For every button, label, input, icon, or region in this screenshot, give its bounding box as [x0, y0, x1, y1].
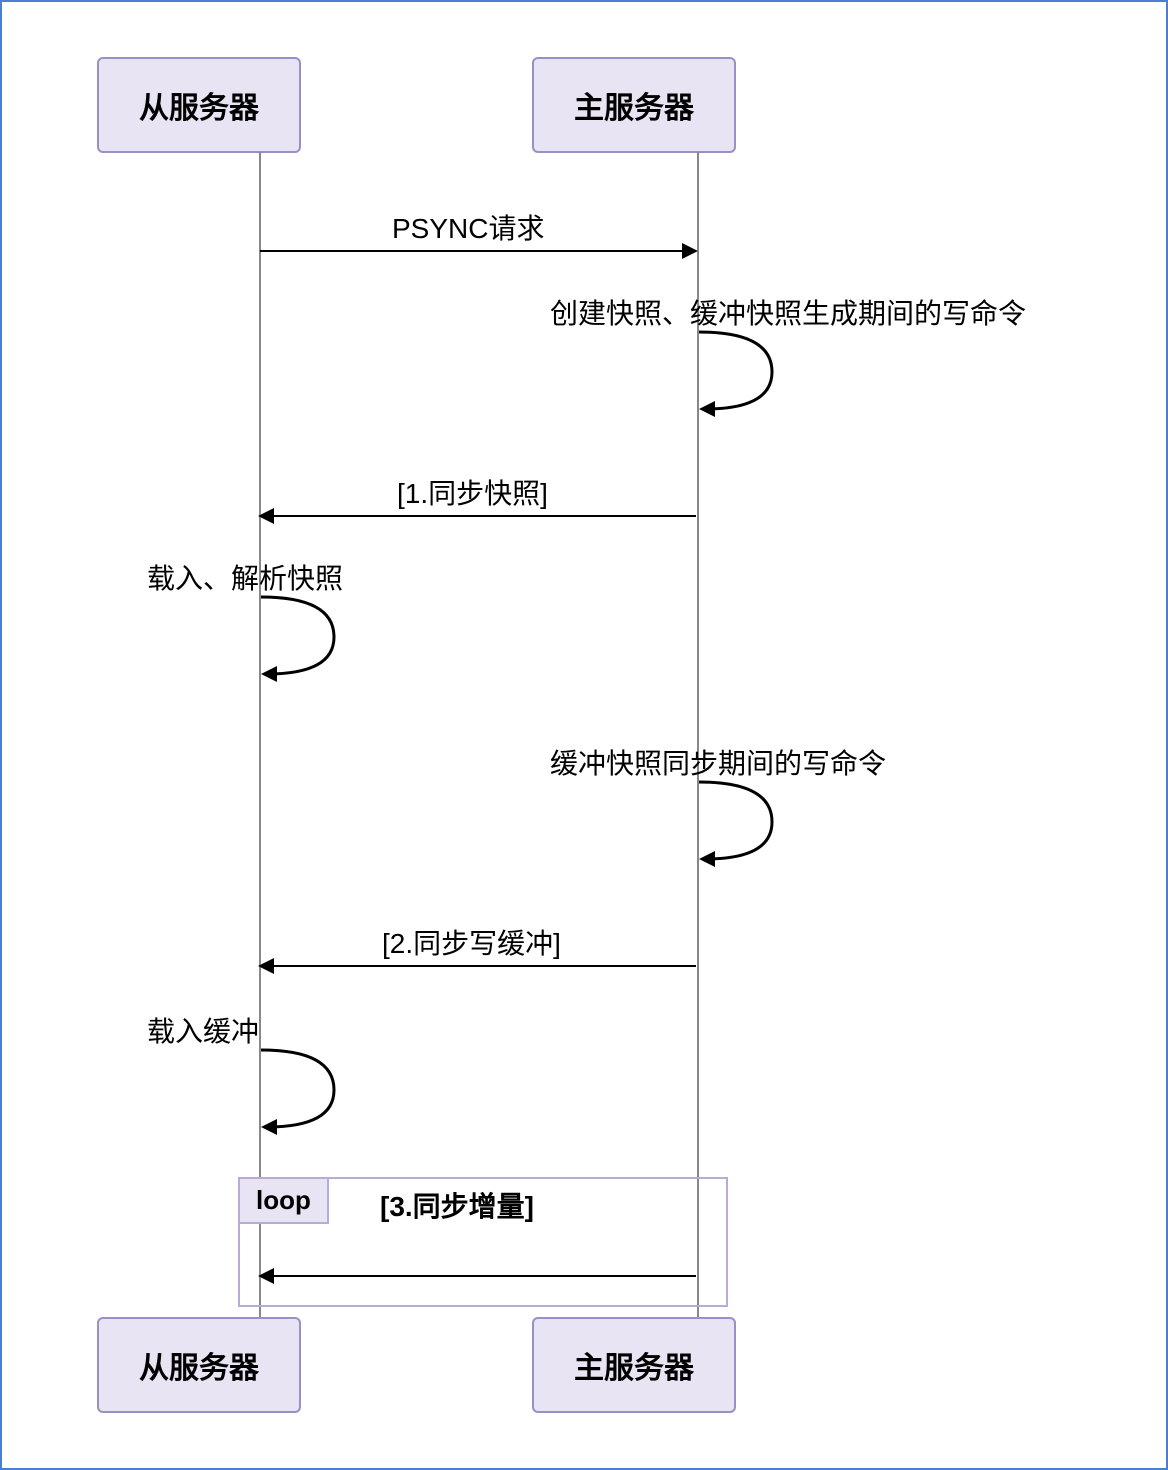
- self-loop-load-parse: [259, 592, 359, 682]
- participant-label: 从服务器: [139, 92, 259, 125]
- self-loop-load-buffer: [259, 1045, 359, 1135]
- msg-load-buffer-label: 载入缓冲: [147, 1010, 259, 1050]
- participant-master-top: 主服务器: [532, 57, 736, 153]
- participant-label: 主服务器: [574, 1352, 694, 1385]
- msg-load-parse-label: 载入、解析快照: [147, 557, 343, 597]
- msg-create-snapshot-label: 创建快照、缓冲快照生成期间的写命令: [550, 292, 1026, 332]
- msg-sync-write-buffer-label: [2.同步写缓冲]: [382, 922, 561, 962]
- participant-slave-bottom: 从服务器: [97, 1317, 301, 1413]
- participant-label: 主服务器: [574, 92, 694, 125]
- loop-title: [3.同步增量]: [380, 1185, 534, 1225]
- self-loop-buffer-sync: [697, 777, 797, 867]
- msg-sync-snapshot-label: [1.同步快照]: [397, 472, 548, 512]
- participant-slave-top: 从服务器: [97, 57, 301, 153]
- participant-master-bottom: 主服务器: [532, 1317, 736, 1413]
- arrow-psync: [260, 250, 696, 252]
- loop-tag: loop: [238, 1177, 329, 1224]
- msg-psync-label: PSYNC请求: [392, 207, 544, 247]
- loop-fragment: loop [3.同步增量]: [238, 1177, 728, 1307]
- arrow-loop-sync: [260, 1275, 696, 1277]
- lifeline-slave: [259, 152, 261, 1323]
- self-loop-create-snapshot: [697, 327, 797, 417]
- sequence-diagram: 从服务器 主服务器 PSYNC请求 创建快照、缓冲快照生成期间的写命令 [1.同…: [0, 0, 1168, 1470]
- arrow-sync-snapshot: [260, 515, 696, 517]
- participant-label: 从服务器: [139, 1352, 259, 1385]
- msg-buffer-sync-label: 缓冲快照同步期间的写命令: [550, 742, 886, 782]
- arrow-sync-write-buffer: [260, 965, 696, 967]
